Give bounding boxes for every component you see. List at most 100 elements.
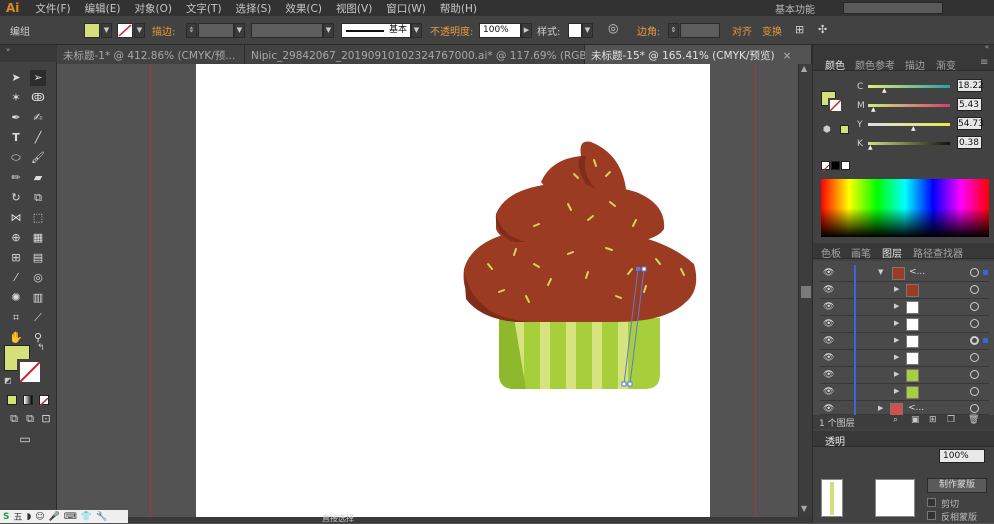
color-mode-button[interactable] (7, 395, 17, 405)
expand-arrow-icon[interactable]: ▶ (878, 404, 883, 412)
fill-dropdown[interactable]: ▼ (101, 23, 112, 38)
column-graph-icon[interactable]: ▥ (30, 290, 46, 306)
menu-object[interactable]: 对象(O) (134, 1, 171, 16)
target-circle-icon[interactable] (970, 268, 979, 277)
scroll-up-icon[interactable]: ▲ (801, 64, 807, 73)
anchor-point[interactable] (627, 381, 633, 387)
menu-type[interactable]: 文字(T) (186, 1, 222, 16)
draw-inside-icon[interactable]: ⊡ (38, 411, 54, 427)
transparency-opacity-input[interactable]: 100% (939, 449, 985, 463)
tab-document-3[interactable]: 未标题-15* @ 165.41% (CMYK/预览) × (585, 45, 812, 64)
opacity-label[interactable]: 不透明度: (430, 23, 473, 38)
locate-object-icon[interactable]: ⌕ (893, 415, 898, 425)
transform-link[interactable]: 变换 (762, 23, 782, 38)
target-circle-icon[interactable] (970, 285, 979, 294)
black-color-chip[interactable] (831, 161, 840, 170)
white-color-chip[interactable] (841, 161, 850, 170)
target-circle-icon[interactable] (970, 404, 979, 413)
pencil-icon[interactable]: ✏ (8, 170, 24, 186)
tab-brushes[interactable]: 画笔 (851, 245, 871, 260)
type-tool-icon[interactable]: T (8, 130, 24, 146)
mesh-tool-icon[interactable]: ⊞ (8, 250, 24, 266)
invert-mask-checkbox[interactable] (927, 511, 936, 520)
menu-effect[interactable]: 效果(C) (285, 1, 322, 16)
collapse-icon[interactable]: » (6, 46, 10, 54)
layer-row-wrapper[interactable]: 👁 ▶ (820, 384, 989, 401)
brush-definition[interactable]: 基本 (341, 23, 411, 38)
menu-file[interactable]: 文件(F) (35, 1, 70, 16)
ime-mode-label[interactable]: 五 (13, 510, 22, 523)
search-input[interactable] (843, 2, 943, 14)
gradient-tool-icon[interactable]: ▤ (30, 250, 46, 266)
channel-m-slider[interactable] (868, 104, 950, 107)
tab-document-2[interactable]: Nipic_29842067_20190910102324767000.ai* … (245, 45, 611, 64)
visibility-eye-icon[interactable]: 👁 (823, 268, 834, 278)
tab-swatches[interactable]: 色板 (821, 245, 841, 260)
tools-icon[interactable]: 🔧 (96, 512, 107, 522)
new-sublayer-icon[interactable]: ⊞ (929, 415, 937, 425)
visibility-eye-icon[interactable]: 👁 (823, 353, 834, 363)
channel-k-handle[interactable]: ▲ (868, 144, 873, 151)
delete-layer-icon[interactable]: 🗑 (968, 415, 979, 425)
channel-k-input[interactable]: 0.38 (957, 136, 982, 149)
visibility-eye-icon[interactable]: 👁 (823, 319, 834, 329)
menu-select[interactable]: 选择(S) (236, 1, 272, 16)
scroll-down-icon[interactable]: ▼ (801, 504, 807, 513)
profile-dropdown[interactable]: ▼ (323, 23, 334, 38)
tab-layers[interactable]: 图层 (882, 245, 902, 260)
eraser-icon[interactable]: ▰ (30, 170, 46, 186)
channel-c-input[interactable]: 18.22 (957, 79, 984, 92)
free-transform-icon[interactable]: ⬚ (30, 210, 46, 226)
visibility-eye-icon[interactable]: 👁 (823, 404, 834, 414)
menu-view[interactable]: 视图(V) (336, 1, 372, 16)
screen-mode-icon[interactable]: ▭ (17, 431, 33, 447)
pen-tool-icon[interactable]: ✒ (8, 110, 24, 126)
expand-arrow-icon[interactable]: ▶ (894, 319, 899, 327)
recolor-icon[interactable]: ◎ (608, 21, 618, 35)
fill-swatch[interactable] (84, 23, 100, 38)
channel-y-handle[interactable]: ▲ (911, 125, 916, 132)
stroke-weight-input[interactable] (198, 23, 234, 38)
stroke-weight-stepper[interactable]: ⇕ (186, 23, 197, 38)
target-circle-icon[interactable] (970, 319, 979, 328)
voice-icon[interactable]: 🎤 (49, 512, 60, 522)
channel-c-slider[interactable] (868, 85, 950, 88)
shape-builder-icon[interactable]: ⊕ (8, 230, 24, 246)
lasso-icon[interactable]: ↂ (30, 90, 46, 106)
new-layer-icon[interactable]: ❐ (947, 415, 955, 425)
hand-tool-icon[interactable]: ✋ (8, 330, 24, 346)
layer-row-bottom[interactable]: 👁 ▶ <... (820, 401, 989, 418)
style-dropdown[interactable]: ▼ (582, 23, 593, 38)
clip-checkbox[interactable] (927, 498, 936, 507)
blend-tool-icon[interactable]: ◎ (30, 270, 46, 286)
menu-window[interactable]: 窗口(W) (386, 1, 426, 16)
target-circle-icon[interactable] (970, 336, 979, 345)
gradient-mode-button[interactable] (23, 395, 33, 405)
perspective-grid-icon[interactable]: ▦ (30, 230, 46, 246)
target-circle-icon[interactable] (970, 353, 979, 362)
symbol-sprayer-icon[interactable]: ✺ (8, 290, 24, 306)
menu-help[interactable]: 帮助(H) (440, 1, 477, 16)
expand-arrow-icon[interactable]: ▶ (894, 302, 899, 310)
ime-logo-icon[interactable]: S (3, 512, 9, 522)
selection-indicator[interactable] (983, 270, 988, 275)
corner-input[interactable] (680, 23, 720, 38)
more-options-icon[interactable]: ✣ (818, 23, 827, 36)
canvas[interactable] (57, 64, 798, 517)
layer-row-group[interactable]: 👁 ▼ <... (820, 265, 989, 282)
stroke-label[interactable]: 描边: (152, 23, 175, 38)
expand-arrow-icon[interactable]: ▶ (894, 370, 899, 378)
paintbrush-icon[interactable]: 🖌 (30, 150, 46, 166)
draw-mode-icon[interactable]: ⧉ (6, 411, 22, 427)
expand-arrow-icon[interactable]: ▶ (894, 353, 899, 361)
channel-m-input[interactable]: 5.43 (957, 98, 982, 111)
panel-stroke-swatch[interactable] (828, 98, 843, 113)
tab-pathfinder[interactable]: 路径查找器 (913, 245, 963, 260)
direct-selection-tool-icon[interactable]: ➢ (30, 70, 46, 86)
default-colors-icon[interactable]: ◩ (4, 376, 12, 385)
stroke-weight-dropdown[interactable]: ▼ (234, 23, 245, 38)
skin-icon[interactable]: 👕 (81, 512, 92, 522)
channel-c-handle[interactable]: ▲ (882, 87, 887, 94)
keyboard-icon[interactable]: ⌨ (64, 512, 77, 522)
curvature-tool-icon[interactable]: ✍ (30, 110, 46, 126)
